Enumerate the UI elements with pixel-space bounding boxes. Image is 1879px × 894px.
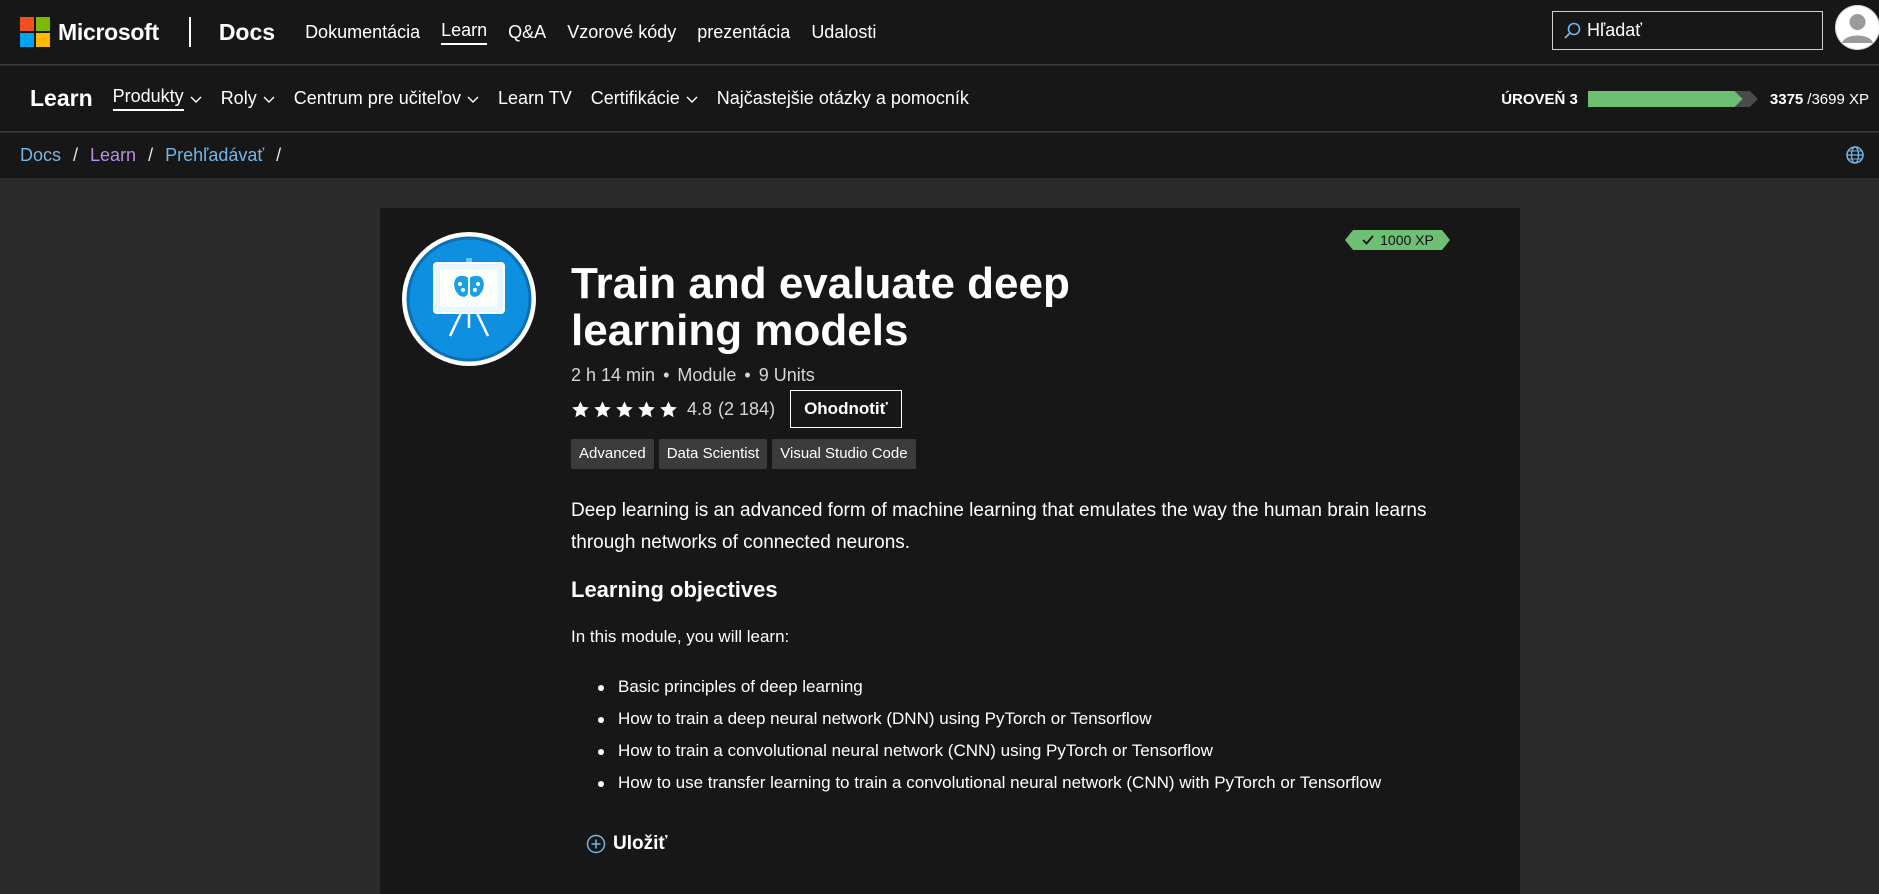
breadcrumb-docs[interactable]: Docs	[20, 145, 61, 166]
module-type: Module	[677, 365, 737, 385]
user-avatar-icon[interactable]	[1835, 5, 1879, 50]
tag-role[interactable]: Data Scientist	[658, 439, 768, 469]
xp-reward-text: 1000 XP	[1380, 232, 1434, 248]
star-icon	[572, 400, 589, 417]
xp-total: /3699 XP	[1807, 90, 1869, 108]
meta-separator: •	[744, 365, 751, 385]
chevron-down-icon	[190, 96, 202, 103]
learn-nav-faq-help-label: Najčastejšie otázky a pomocník	[716, 88, 969, 108]
microsoft-logo[interactable]: Microsoft	[20, 17, 159, 47]
module-title: Train and evaluate deep learning models	[571, 259, 1070, 355]
star-icon	[638, 400, 655, 417]
nav-item-events[interactable]: Udalosti	[811, 22, 876, 43]
tag-product[interactable]: Visual Studio Code	[772, 439, 916, 469]
add-circle-icon	[586, 834, 606, 854]
meta-separator: •	[663, 365, 670, 385]
xp-current: 3375	[1769, 90, 1804, 108]
rating-value: 4.8	[687, 398, 713, 419]
module-description: Deep learning is an advanced form of mac…	[571, 500, 1427, 553]
nav-item-qa[interactable]: Q&A	[508, 22, 546, 43]
breadcrumb-bar: Docs / Learn / Prehľadávať /	[0, 133, 1879, 178]
search-input[interactable]	[1587, 20, 1807, 41]
learn-nav-certifications[interactable]: Certifikácie	[591, 88, 698, 109]
module-duration: 2 h 14 min	[571, 365, 656, 385]
learn-nav-certifications-label: Certifikácie	[590, 88, 680, 108]
docs-brand-link[interactable]: Docs	[219, 19, 275, 46]
star-icon	[660, 400, 677, 417]
search-box[interactable]	[1552, 11, 1823, 50]
breadcrumb-separator: /	[148, 145, 154, 165]
nav-item-code-samples[interactable]: Vzorové kódy	[567, 22, 676, 43]
module-card: 1000 XP Train and evaluate deep learning…	[380, 208, 1520, 894]
module-units: 9 Units	[758, 365, 815, 385]
microsoft-logo-icon	[20, 17, 50, 47]
objectives-intro: In this module, you will learn:	[571, 627, 790, 646]
level-label: ÚROVEŇ 3	[1501, 90, 1578, 108]
tag-level[interactable]: Advanced	[571, 439, 654, 469]
level-progress-bar	[1588, 91, 1758, 107]
top-header: Microsoft Docs Dokumentácia Learn Q&A Vz…	[0, 0, 1879, 65]
objective-item: How to train a deep neural network (DNN)…	[597, 703, 1381, 735]
breadcrumb-browse[interactable]: Prehľadávať	[165, 145, 264, 166]
xp-reward-badge: 1000 XP	[1345, 230, 1450, 250]
chevron-down-icon	[467, 96, 479, 103]
objective-item: How to train a convolutional neural netw…	[597, 735, 1381, 767]
header-divider	[188, 17, 191, 47]
objective-item: Basic principles of deep learning	[597, 671, 1381, 703]
learn-nav-faq-help[interactable]: Najčastejšie otázky a pomocník	[717, 88, 969, 109]
objectives-heading: Learning objectives	[571, 577, 778, 602]
learn-nav-roles[interactable]: Roly	[221, 88, 275, 109]
rating-count: (2 184)	[718, 398, 776, 419]
chevron-down-icon	[686, 96, 698, 103]
chevron-down-icon	[263, 96, 275, 103]
learn-nav-educator-center-label: Centrum pre učiteľov	[293, 88, 462, 108]
learn-nav-educator-center[interactable]: Centrum pre učiteľov	[294, 88, 479, 109]
rating-stars	[571, 400, 681, 419]
learn-nav-learn-tv[interactable]: Learn TV	[498, 88, 572, 109]
learn-nav-products[interactable]: Produkty	[112, 86, 202, 111]
nav-item-shows[interactable]: prezentácia	[697, 22, 790, 43]
module-presentation-icon	[402, 232, 536, 366]
globe-icon[interactable]	[1845, 145, 1865, 165]
breadcrumb-separator: /	[276, 145, 282, 165]
save-button[interactable]: Uložiť	[586, 833, 668, 855]
star-icon	[594, 400, 611, 417]
learn-nav-products-label: Produkty	[112, 86, 184, 111]
breadcrumb-learn[interactable]: Learn	[90, 145, 136, 166]
objectives-list: Basic principles of deep learning How to…	[597, 671, 1381, 799]
module-meta: 2 h 14 min • Module • 9 Units	[571, 365, 815, 386]
top-nav: Dokumentácia Learn Q&A Vzorové kódy prez…	[305, 20, 897, 45]
rate-button[interactable]: Ohodnotiť	[790, 390, 902, 428]
star-icon	[616, 400, 633, 417]
rating-row: 4.8 (2 184) Ohodnotiť	[571, 390, 902, 428]
module-tags: Advanced Data Scientist Visual Studio Co…	[571, 439, 921, 469]
user-level-progress[interactable]: ÚROVEŇ 3 3375 /3699 XP	[1501, 66, 1869, 132]
save-button-label: Uložiť	[613, 833, 668, 854]
nav-item-learn[interactable]: Learn	[441, 20, 488, 45]
breadcrumb-separator: /	[73, 145, 79, 165]
learn-nav-learn-tv-label: Learn TV	[498, 88, 572, 108]
microsoft-brand-text: Microsoft	[58, 18, 159, 45]
learn-brand-link[interactable]: Learn	[30, 85, 93, 112]
search-icon	[1564, 22, 1581, 39]
breadcrumb: Docs / Learn / Prehľadávať /	[20, 145, 293, 166]
objective-item: How to use transfer learning to train a …	[597, 767, 1381, 799]
learn-nav-roles-label: Roly	[220, 88, 257, 108]
nav-item-dokumentacia[interactable]: Dokumentácia	[305, 22, 420, 43]
level-progress-fill	[1588, 91, 1743, 107]
learn-nav-items: Produkty Roly Centrum pre učiteľov Learn…	[112, 86, 988, 111]
check-icon	[1361, 233, 1375, 247]
learn-nav: Learn Produkty Roly Centrum pre učiteľov…	[0, 66, 1879, 132]
